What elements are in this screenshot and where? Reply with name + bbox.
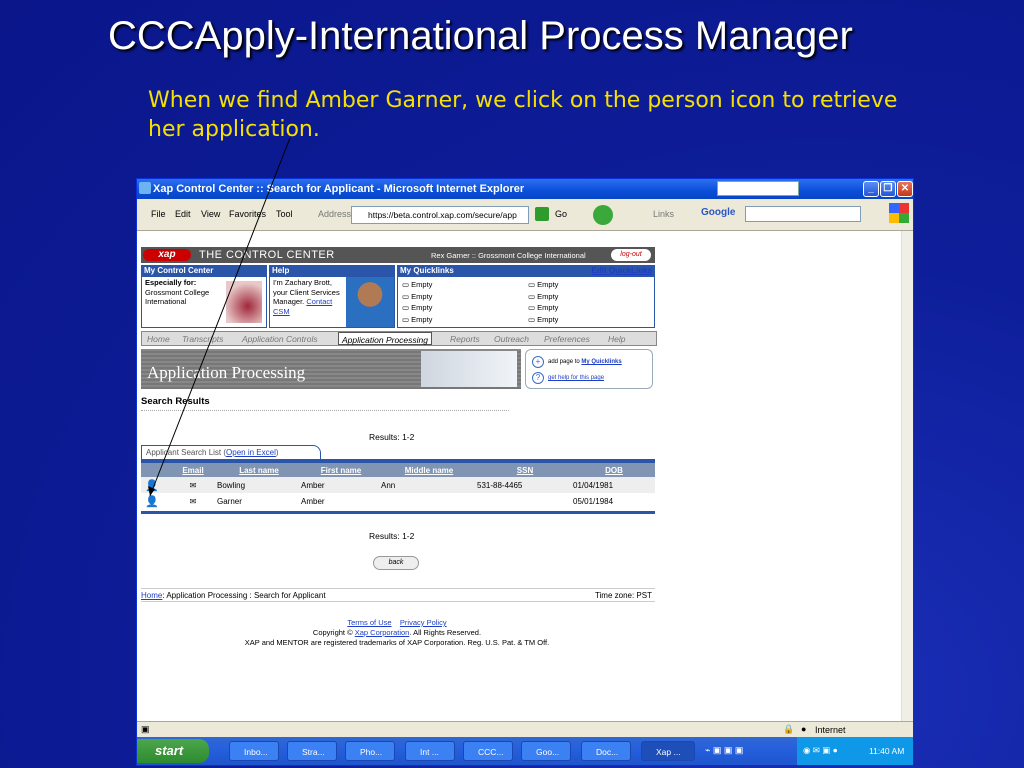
arrow-head bbox=[148, 486, 155, 496]
annotation-arrow bbox=[148, 137, 291, 497]
arrow-line bbox=[149, 137, 291, 497]
